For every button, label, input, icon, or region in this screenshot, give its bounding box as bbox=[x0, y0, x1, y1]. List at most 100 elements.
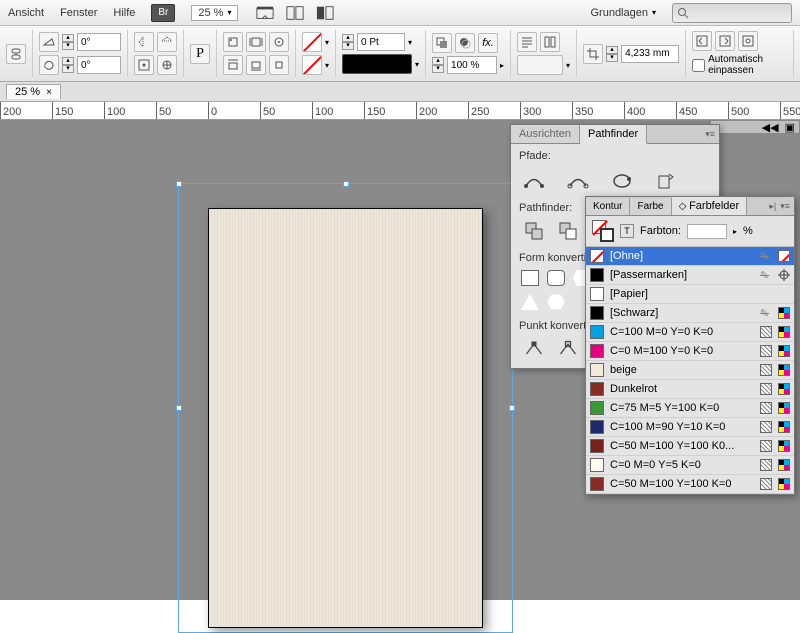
spinner[interactable]: ▴▾ bbox=[432, 57, 444, 73]
formatting-text-icon[interactable]: T bbox=[620, 224, 634, 238]
spinner[interactable]: ▴▾ bbox=[62, 34, 74, 50]
wrap-1-icon[interactable] bbox=[223, 32, 243, 52]
menu-view[interactable]: Ansicht bbox=[8, 7, 44, 19]
global-swatch-icon bbox=[760, 459, 772, 471]
close-path-icon[interactable] bbox=[609, 170, 635, 192]
dropdown-arrow-icon[interactable]: ▾ bbox=[325, 61, 329, 70]
ruler-tick: 350 bbox=[572, 102, 593, 120]
swatch-row[interactable]: C=75 M=5 Y=100 K=0 bbox=[586, 399, 794, 418]
fx-icon[interactable]: fx. bbox=[478, 33, 498, 53]
tab-farbfelder[interactable]: ◇ Farbfelder bbox=[672, 197, 748, 215]
expand-icon[interactable]: ▸| bbox=[769, 201, 776, 212]
stroke-style-dropdown[interactable] bbox=[342, 54, 412, 74]
swatch-row[interactable]: Dunkelrot bbox=[586, 380, 794, 399]
sel-content-icon[interactable] bbox=[157, 55, 177, 75]
bridge-button[interactable]: Br bbox=[151, 4, 175, 22]
wrap-6-icon[interactable] bbox=[269, 55, 289, 75]
zoom-dropdown[interactable]: 25 % bbox=[191, 5, 238, 21]
stroke-none-icon[interactable] bbox=[302, 55, 322, 75]
menu-help[interactable]: Hilfe bbox=[113, 7, 135, 19]
menu-window[interactable]: Fenster bbox=[60, 7, 97, 19]
shape-roundrect-icon[interactable] bbox=[547, 270, 565, 286]
effects-icon[interactable] bbox=[432, 33, 452, 53]
tint-field[interactable] bbox=[687, 224, 727, 239]
arrange-icon[interactable] bbox=[284, 3, 306, 23]
spinner[interactable]: ▴▾ bbox=[606, 46, 618, 62]
swatch-row[interactable]: [Ohne]✎ bbox=[586, 247, 794, 266]
search-field[interactable] bbox=[672, 3, 792, 23]
fill-stroke-proxy[interactable] bbox=[592, 220, 614, 242]
flip-v-icon[interactable] bbox=[157, 32, 177, 52]
close-icon[interactable]: × bbox=[46, 87, 52, 98]
swatch-row[interactable]: [Passermarken]✎ bbox=[586, 266, 794, 285]
sel-container-icon[interactable] bbox=[134, 55, 154, 75]
paragraph-style-icon[interactable]: P bbox=[190, 44, 210, 64]
tint-label: Farbton: bbox=[640, 225, 681, 237]
wrap-3-icon[interactable] bbox=[269, 32, 289, 52]
fill-none-icon[interactable] bbox=[302, 32, 322, 52]
workspace-dropdown[interactable]: Grundlagen bbox=[584, 5, 662, 21]
panel-collapse-bar[interactable]: ◀◀▣ bbox=[710, 120, 800, 134]
rotate-icon[interactable] bbox=[39, 55, 59, 75]
pf-subtract-icon[interactable] bbox=[555, 220, 581, 242]
point-corner-icon[interactable] bbox=[521, 338, 547, 360]
shape-polygon-icon[interactable] bbox=[547, 294, 565, 310]
swatch-row[interactable]: [Papier] bbox=[586, 285, 794, 304]
swatch-row[interactable]: C=0 M=0 Y=5 K=0 bbox=[586, 456, 794, 475]
screen-mode-icon[interactable] bbox=[254, 3, 276, 23]
swatch-row[interactable]: C=50 M=100 Y=100 K=0 bbox=[586, 475, 794, 494]
drop-shadow-icon[interactable] bbox=[455, 33, 475, 53]
swatch-row[interactable]: C=100 M=90 Y=10 K=0 bbox=[586, 418, 794, 437]
spinner[interactable]: ▴▾ bbox=[62, 57, 74, 73]
pf-add-icon[interactable] bbox=[521, 220, 547, 242]
fit-frame-icon[interactable] bbox=[715, 31, 735, 51]
cmyk-icon bbox=[778, 421, 790, 433]
panel-menu-icon[interactable]: ▾≡ bbox=[705, 129, 715, 140]
crop-icon[interactable] bbox=[583, 44, 603, 64]
canvas-area[interactable]: ◀◀▣ Ausrichten Pathfinder ▾≡ Pfade: Path… bbox=[0, 120, 800, 600]
shape-rect-icon[interactable] bbox=[521, 270, 539, 286]
swatch-row[interactable]: C=100 M=0 Y=0 K=0 bbox=[586, 323, 794, 342]
wrap-4-icon[interactable] bbox=[223, 55, 243, 75]
fit-dropdown[interactable] bbox=[517, 55, 563, 75]
flip-h-icon[interactable] bbox=[134, 32, 154, 52]
columns-icon[interactable] bbox=[540, 32, 560, 52]
swatch-row[interactable]: C=50 M=100 Y=100 K0... bbox=[586, 437, 794, 456]
arrange-2-icon[interactable] bbox=[314, 3, 336, 23]
swatch-row[interactable]: [Schwarz]✎ bbox=[586, 304, 794, 323]
spinner[interactable]: ▴▾ bbox=[342, 34, 354, 50]
tab-pathfinder[interactable]: Pathfinder bbox=[580, 125, 647, 144]
wrap-2-icon[interactable] bbox=[246, 32, 266, 52]
ruler-tick: 500 bbox=[728, 102, 749, 120]
link-icon[interactable] bbox=[6, 44, 26, 64]
point-smooth-icon[interactable] bbox=[555, 338, 581, 360]
open-path-icon[interactable] bbox=[565, 170, 591, 192]
wrap-5-icon[interactable] bbox=[246, 55, 266, 75]
shear-x-field[interactable] bbox=[77, 33, 121, 51]
document-tab[interactable]: 25 %× bbox=[6, 84, 61, 99]
width-field[interactable] bbox=[621, 45, 679, 63]
center-content-icon[interactable] bbox=[738, 31, 758, 51]
tab-align[interactable]: Ausrichten bbox=[511, 125, 580, 143]
panel-menu-icon[interactable]: ▾≡ bbox=[780, 201, 790, 212]
swatch-chip bbox=[590, 382, 604, 396]
dropdown-arrow-icon[interactable]: ▾ bbox=[325, 38, 329, 47]
document-page[interactable] bbox=[208, 208, 483, 628]
swatch-row[interactable]: C=0 M=100 Y=0 K=0 bbox=[586, 342, 794, 361]
join-path-icon[interactable] bbox=[521, 170, 547, 192]
tab-farbe[interactable]: Farbe bbox=[630, 198, 671, 215]
rotate-field[interactable] bbox=[77, 56, 121, 74]
reverse-path-icon[interactable] bbox=[653, 170, 679, 192]
shape-triangle-icon[interactable] bbox=[521, 294, 539, 310]
text-frame-icon[interactable] bbox=[517, 32, 537, 52]
stroke-weight-field[interactable] bbox=[357, 33, 405, 51]
swatches-panel[interactable]: Kontur Farbe ◇ Farbfelder ▸| ▾≡ T Farbton… bbox=[585, 196, 795, 495]
swatch-row[interactable]: beige bbox=[586, 361, 794, 380]
autofit-checkbox[interactable] bbox=[692, 59, 705, 72]
cmyk-icon bbox=[778, 440, 790, 452]
tab-kontur[interactable]: Kontur bbox=[586, 198, 630, 215]
fit-content-icon[interactable] bbox=[692, 31, 712, 51]
opacity-field[interactable] bbox=[447, 56, 497, 74]
horizontal-ruler[interactable]: 2001501005005010015020025030035040045050… bbox=[0, 102, 800, 120]
shear-x-icon[interactable] bbox=[39, 32, 59, 52]
